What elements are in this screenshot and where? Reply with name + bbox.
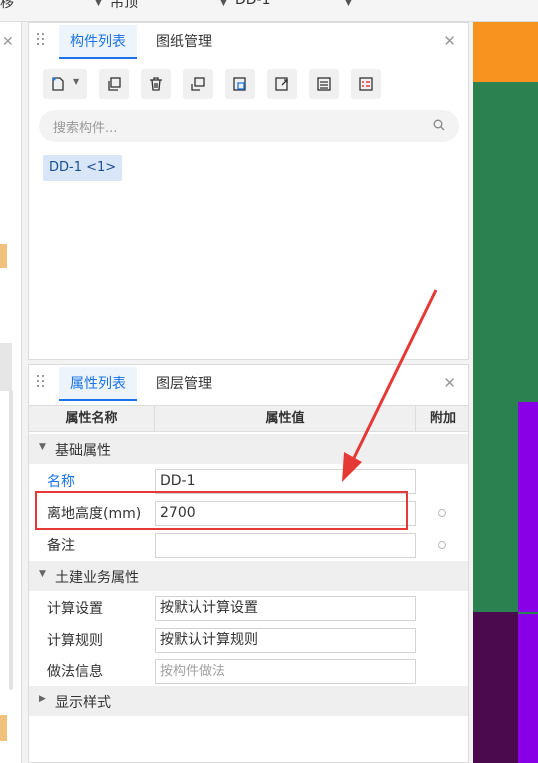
drag-handle-icon[interactable] [37, 375, 45, 391]
component-type-dropdown[interactable]: 吊顶 [110, 0, 138, 16]
table-row: 计算设置 按默认计算设置 [29, 592, 468, 623]
new-icon [52, 77, 64, 91]
group-civil-properties[interactable]: ▼ 土建业务属性 [29, 561, 468, 591]
list-view-button[interactable] [309, 69, 339, 99]
chevron-down-icon[interactable]: ▼ [39, 442, 46, 452]
annotation-arrow [342, 289, 438, 482]
table-row: 做法信息 按构件做法 [29, 655, 468, 686]
property-name: 备注 [47, 538, 75, 554]
close-icon[interactable]: ✕ [2, 34, 14, 50]
property-value-input[interactable]: 按默认计算设置 [155, 596, 416, 621]
grid-list-button[interactable] [351, 69, 381, 99]
navigation-panel: ✕ [0, 22, 22, 763]
copy-button[interactable] [99, 69, 129, 99]
property-value-input[interactable]: 按构件做法 [155, 659, 416, 684]
property-name[interactable]: 名称 [47, 471, 75, 491]
drag-handle-icon[interactable] [37, 33, 45, 49]
model-element [473, 22, 538, 82]
group-label: 土建业务属性 [55, 570, 139, 586]
component-item[interactable]: DD-1 <1> [43, 155, 123, 181]
delete-icon [150, 77, 162, 91]
category-tag[interactable] [0, 244, 7, 268]
export-button[interactable] [225, 69, 255, 99]
search-icon[interactable] [433, 119, 445, 131]
new-component-button[interactable]: ▼ [43, 69, 87, 99]
attach-toggle[interactable] [438, 541, 446, 549]
attach-toggle[interactable] [438, 509, 446, 517]
chevron-down-icon[interactable]: ▼ [220, 0, 227, 8]
delete-button[interactable] [141, 69, 171, 99]
table-row: 计算规则 按默认计算规则 [29, 624, 468, 655]
dropdown-caret-icon[interactable]: ▼ [73, 77, 79, 86]
selected-nav-item[interactable] [0, 343, 12, 391]
tab-drawing-management[interactable]: 图纸管理 [145, 25, 223, 59]
model-element [518, 402, 538, 612]
model-element [473, 612, 518, 763]
mode-dropdown[interactable]: 移 [0, 0, 14, 16]
chevron-down-icon[interactable]: ▼ [345, 0, 352, 8]
export-icon [233, 77, 246, 91]
tab-layer-management[interactable]: 图层管理 [145, 367, 223, 401]
column-header-name: 属性名称 [29, 406, 155, 432]
list-icon [317, 77, 331, 91]
grid-list-icon [359, 77, 373, 91]
property-name: 计算设置 [47, 601, 103, 617]
close-icon[interactable]: ✕ [443, 32, 456, 50]
scrollbar[interactable] [9, 390, 13, 690]
model-element [518, 614, 538, 763]
property-value-input[interactable] [155, 533, 416, 558]
layer-copy-button[interactable] [183, 69, 213, 99]
panel-tab-row: 构件列表 图纸管理 ✕ [29, 23, 468, 61]
tab-component-list[interactable]: 构件列表 [59, 25, 137, 59]
copy-icon [108, 77, 121, 91]
layer-copy-icon [191, 77, 205, 91]
group-label: 基础属性 [55, 443, 111, 459]
import-button[interactable] [267, 69, 297, 99]
top-toolbar: 移 ▼ 吊顶 ▼ DD-1 ▼ [0, 0, 538, 22]
property-value-input[interactable]: 按默认计算规则 [155, 628, 416, 653]
highlight-box [35, 491, 408, 530]
component-name-dropdown[interactable]: DD-1 [235, 0, 271, 16]
group-label: 显示样式 [55, 695, 111, 711]
property-name: 做法信息 [47, 664, 103, 680]
import-icon [275, 77, 288, 91]
table-row: 备注 [29, 529, 468, 560]
3d-viewport[interactable] [473, 22, 538, 763]
chevron-down-icon[interactable]: ▼ [95, 0, 102, 8]
group-display-style[interactable]: ▶ 显示样式 [29, 686, 468, 716]
tab-property-list[interactable]: 属性列表 [59, 367, 137, 401]
property-name: 计算规则 [47, 633, 103, 649]
chevron-right-icon[interactable]: ▶ [39, 694, 46, 704]
category-tag[interactable] [0, 715, 7, 741]
chevron-down-icon[interactable]: ▼ [39, 569, 46, 579]
search-input[interactable]: 搜索构件... [39, 110, 459, 142]
search-placeholder: 搜索构件... [53, 121, 118, 136]
